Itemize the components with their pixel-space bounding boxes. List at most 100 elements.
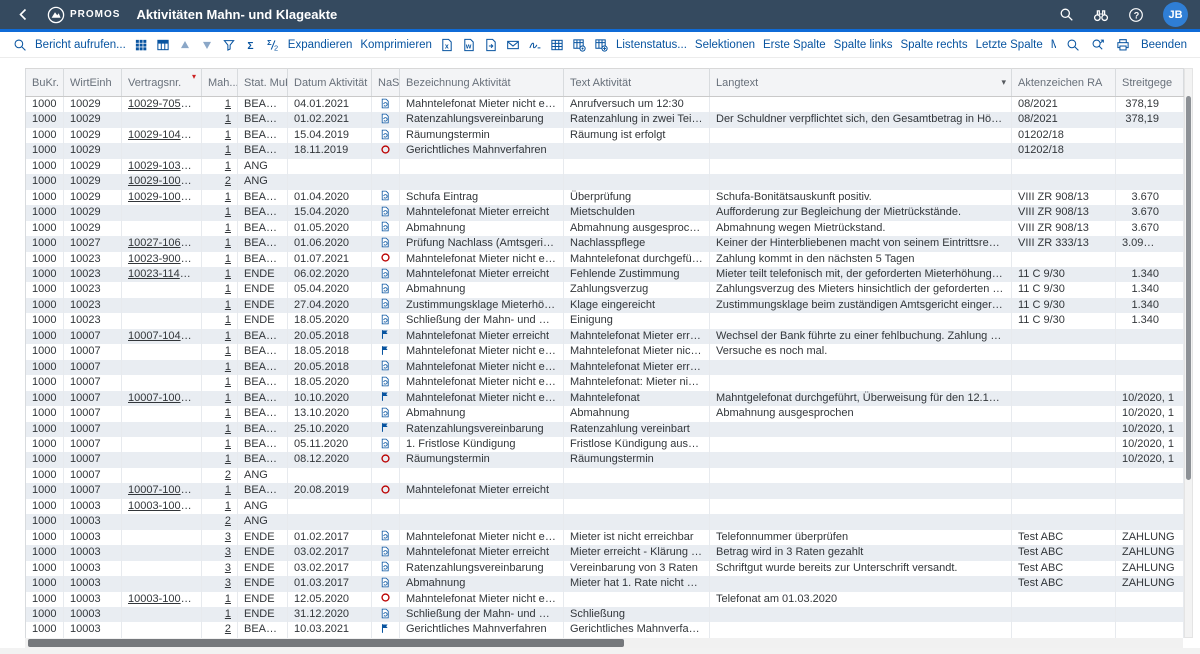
vertical-scrollbar-thumb[interactable] [1186, 96, 1191, 480]
dunning-level-link[interactable]: 3 [225, 562, 231, 574]
dunning-level-link[interactable]: 1 [225, 253, 231, 265]
column-header-datum[interactable]: Datum Aktivität [288, 69, 372, 97]
column-header-nast[interactable]: NaSt [372, 69, 400, 97]
total-button[interactable]: Σ [244, 38, 258, 52]
horizontal-scrollbar[interactable] [25, 638, 1183, 648]
dunning-level-link[interactable]: 1 [225, 144, 231, 156]
contract-number-link[interactable]: 10029-1042-01 [128, 129, 202, 141]
column-header-akt[interactable]: Aktenzeichen RA [1012, 69, 1116, 97]
expand-button[interactable]: Expandieren [288, 39, 353, 51]
column-header-mah[interactable]: Mah... [202, 69, 238, 97]
contract-number-link[interactable]: 10029-1037-01 [128, 160, 202, 172]
column-header-stat[interactable]: Stat. MuK [238, 69, 288, 97]
column-header-wirt[interactable]: WirtEinh [64, 69, 122, 97]
column-right-button[interactable]: Spalte rechts [900, 39, 967, 51]
dunning-level-link[interactable]: 1 [225, 484, 231, 496]
contract-number-link[interactable]: 10023-1141-01 [128, 268, 202, 280]
contract-number-link[interactable]: 10003-1002-01 [128, 500, 202, 512]
dunning-level-link[interactable]: 1 [225, 361, 231, 373]
export-excel-button[interactable]: x [440, 38, 454, 52]
shell-search-button[interactable] [1059, 7, 1074, 22]
change-layout-button[interactable] [156, 38, 170, 52]
dunning-level-link[interactable]: 1 [225, 407, 231, 419]
signature-button[interactable] [528, 38, 542, 52]
contract-number-link[interactable]: 10023-9003-01 [128, 253, 202, 265]
dunning-level-link[interactable]: 1 [225, 237, 231, 249]
back-button[interactable] [16, 7, 31, 22]
table-settings-button[interactable] [572, 38, 586, 52]
contract-number-link[interactable]: 10007-1041-01 [128, 330, 202, 342]
choose-details-button[interactable] [134, 38, 148, 52]
shell-binoculars-button[interactable] [1093, 7, 1109, 23]
last-column-button[interactable]: Letzte Spalte [976, 39, 1043, 51]
dunning-level-link[interactable]: 1 [225, 608, 231, 620]
dunning-level-link[interactable]: 1 [225, 129, 231, 141]
search-button[interactable] [13, 38, 27, 52]
dunning-level-link[interactable]: 1 [225, 453, 231, 465]
column-header-bez[interactable]: Bezeichnung Aktivität [400, 69, 564, 97]
contract-number-link[interactable]: 10029-7053-01 [128, 98, 202, 110]
dunning-level-link[interactable]: 1 [225, 500, 231, 512]
dunning-level-link[interactable]: 3 [225, 531, 231, 543]
column-header-streit[interactable]: Streitgege [1116, 69, 1184, 97]
find-button[interactable] [1066, 38, 1080, 52]
dunning-level-link[interactable]: 1 [225, 268, 231, 280]
dunning-level-link[interactable]: 1 [225, 206, 231, 218]
column-header-lang[interactable]: Langtext▾ [710, 69, 1012, 97]
dunning-level-link[interactable]: 1 [225, 98, 231, 110]
dunning-level-link[interactable]: 2 [225, 175, 231, 187]
dunning-level-link[interactable]: 1 [225, 593, 231, 605]
export-word-button[interactable]: w [462, 38, 476, 52]
export-file-button[interactable] [484, 38, 498, 52]
contract-number-link[interactable]: 10003-1001-02 [128, 593, 202, 605]
dunning-level-link[interactable]: 2 [225, 623, 231, 635]
subtotal-button[interactable]: Σ2 [266, 38, 280, 52]
exit-button[interactable]: Beenden [1141, 39, 1187, 51]
sort-ascending-button[interactable] [178, 38, 192, 52]
dunning-level-link[interactable]: 1 [225, 222, 231, 234]
cell-stat: ANG [238, 499, 288, 514]
contract-number-link[interactable]: 10029-1001-03 [128, 191, 202, 203]
contract-number-link[interactable]: 10029-1005-01 [128, 175, 202, 187]
dunning-level-link[interactable]: 1 [225, 113, 231, 125]
help-button[interactable]: ? [1128, 7, 1144, 23]
sort-descending-button[interactable] [200, 38, 214, 52]
list-status-button[interactable]: Listenstatus... [616, 39, 687, 51]
dunning-level-link[interactable]: 1 [225, 438, 231, 450]
contract-number-link[interactable]: 10027-1064-01 [128, 237, 202, 249]
find-next-button[interactable] [1091, 38, 1105, 52]
selections-button[interactable]: Selektionen [695, 39, 755, 51]
user-avatar[interactable]: JB [1163, 2, 1188, 27]
open-report-button[interactable]: Bericht aufrufen... [35, 39, 126, 51]
vertical-scrollbar[interactable] [1184, 68, 1193, 638]
dunning-level-link[interactable]: 1 [225, 191, 231, 203]
column-header-text[interactable]: Text Aktivität [564, 69, 710, 97]
dunning-level-link[interactable]: 3 [225, 577, 231, 589]
column-header-bukr[interactable]: BuKr. [26, 69, 64, 97]
dunning-level-link[interactable]: 1 [225, 299, 231, 311]
print-button[interactable] [1116, 38, 1130, 52]
horizontal-scrollbar-thumb[interactable] [28, 639, 624, 647]
dunning-level-link[interactable]: 1 [225, 423, 231, 435]
dunning-level-link[interactable]: 1 [225, 314, 231, 326]
dunning-level-link[interactable]: 2 [225, 515, 231, 527]
cell-nast [372, 360, 400, 375]
first-column-button[interactable]: Erste Spalte [763, 39, 826, 51]
dunning-level-link[interactable]: 1 [225, 376, 231, 388]
dunning-level-link[interactable]: 1 [225, 330, 231, 342]
dunning-level-link[interactable]: 3 [225, 546, 231, 558]
column-left-button[interactable]: Spalte links [834, 39, 893, 51]
dunning-level-link[interactable]: 1 [225, 160, 231, 172]
filter-button[interactable] [222, 38, 236, 52]
dunning-level-link[interactable]: 2 [225, 469, 231, 481]
table-view-button[interactable] [550, 38, 564, 52]
collapse-button[interactable]: Komprimieren [360, 39, 432, 51]
dunning-level-link[interactable]: 1 [225, 345, 231, 357]
contract-number-link[interactable]: 10007-1004-01 [128, 484, 202, 496]
dunning-level-link[interactable]: 1 [225, 283, 231, 295]
table-insert-button[interactable] [594, 38, 608, 52]
dunning-level-link[interactable]: 1 [225, 392, 231, 404]
contract-number-link[interactable]: 10007-1004-02 [128, 392, 202, 404]
send-mail-button[interactable] [506, 38, 520, 52]
column-header-vertrag[interactable]: Vertragsnr.▾ [122, 69, 202, 97]
